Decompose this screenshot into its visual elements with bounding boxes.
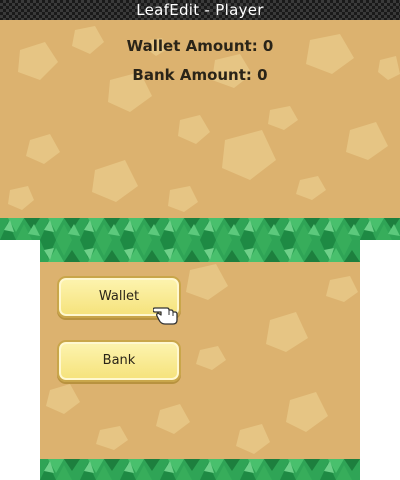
grass-border-bottom-screen-top (40, 240, 360, 262)
grass-pattern (40, 459, 360, 480)
window-title: LeafEdit - Player (136, 1, 264, 19)
grass-pattern (40, 240, 360, 262)
bottom-screen: Wallet Bank (40, 240, 360, 480)
bank-button[interactable]: Bank (57, 340, 181, 382)
grass-border-top-screen (0, 218, 400, 240)
bank-amount-text: Bank Amount: 0 (132, 66, 268, 84)
wallet-amount-text: Wallet Amount: 0 (126, 37, 274, 55)
grass-pattern (0, 218, 400, 240)
title-bar: LeafEdit - Player (0, 0, 400, 20)
pointing-hand-icon (153, 307, 178, 325)
top-screen: Wallet Amount: 0 Bank Amount: 0 LeafEdit… (0, 0, 400, 240)
grass-border-bottom-screen-bottom (40, 459, 360, 480)
